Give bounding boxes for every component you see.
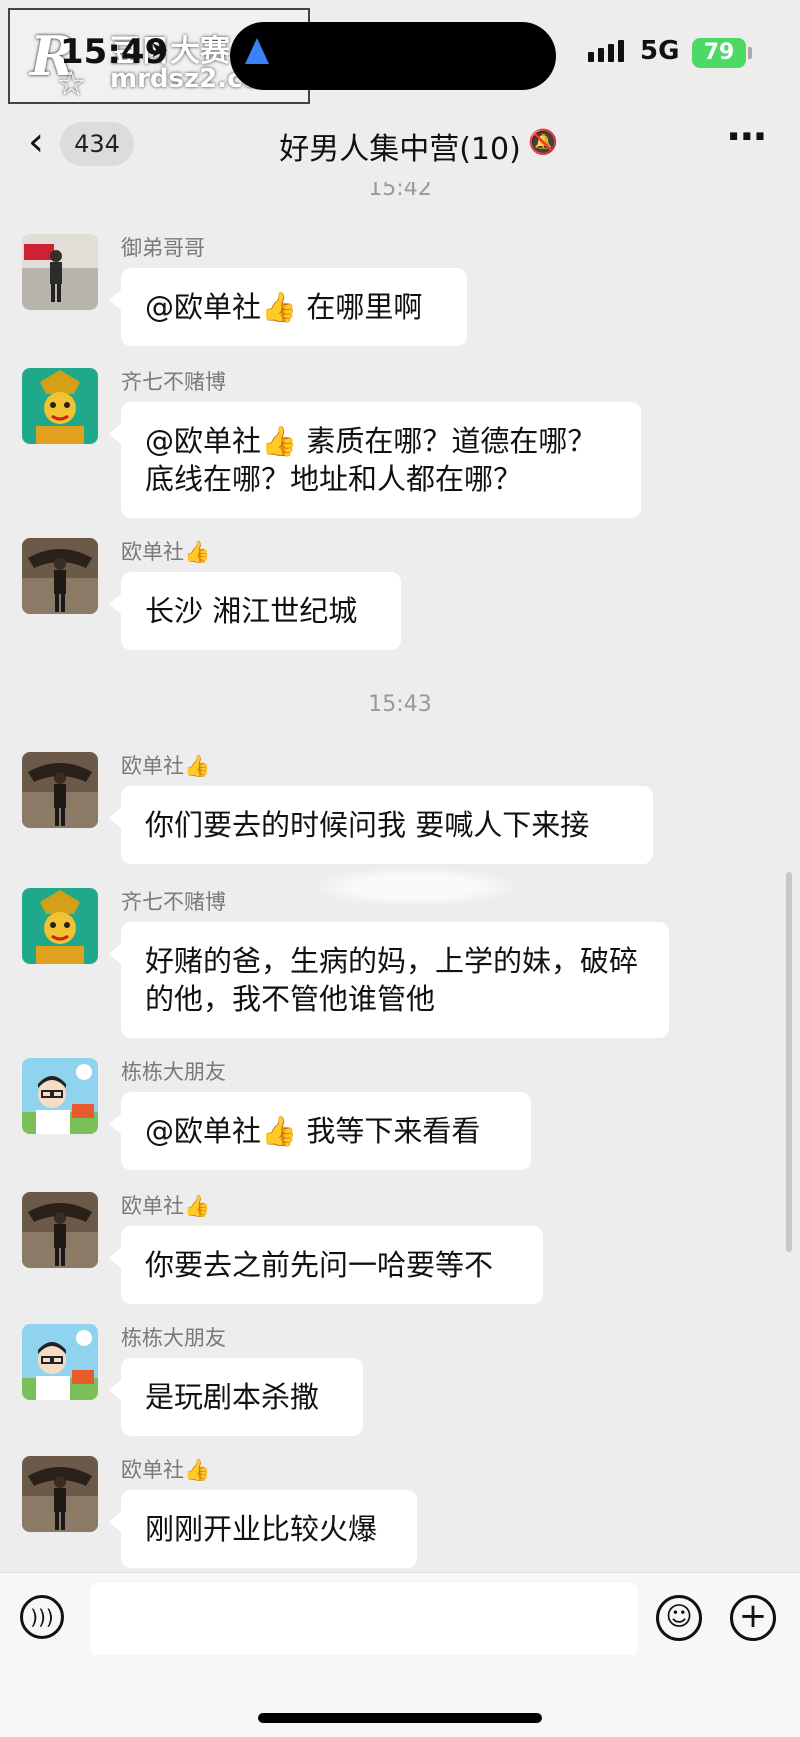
message-bubble[interactable]: @欧单社👍 素质在哪？道德在哪？底线在哪？地址和人都在哪？ — [109, 402, 641, 518]
battery-cap — [748, 47, 752, 59]
message-bubble[interactable]: 是玩剧本杀撒 — [109, 1358, 363, 1436]
message-input[interactable] — [90, 1583, 638, 1655]
blur-patch — [310, 867, 520, 907]
sender-name: 欧单社👍 — [121, 754, 211, 778]
chat-header: ‹ 434 好男人集中营(10) 🔕 ··· — [0, 110, 800, 182]
input-bar: ))) ☺ + — [0, 1572, 800, 1737]
sender-name: 欧单社👍 — [121, 540, 211, 564]
bell-muted-icon: 🔕 — [528, 128, 558, 156]
dynamic-island — [230, 22, 556, 90]
sender-name: 栋栋大朋友 — [121, 1326, 226, 1350]
message-bubble[interactable]: 你要去之前先问一哈要等不 — [109, 1226, 543, 1304]
sender-name: 齐七不赌博 — [121, 370, 226, 394]
location-arrow-icon: ➤ — [150, 38, 169, 63]
message-bubble[interactable]: @欧单社👍 我等下来看看 — [109, 1092, 531, 1170]
avatar[interactable] — [22, 1192, 98, 1268]
signal-icon — [588, 40, 624, 62]
avatar[interactable] — [22, 752, 98, 828]
avatar[interactable] — [22, 1324, 98, 1400]
sender-name: 欧单社👍 — [121, 1458, 211, 1482]
sender-name: 栋栋大朋友 — [121, 1060, 226, 1084]
sender-name: 御弟哥哥 — [121, 236, 205, 260]
avatar[interactable] — [22, 1058, 98, 1134]
network-type: 5G — [640, 36, 680, 66]
navigation-arrow-icon — [245, 38, 269, 64]
sender-name: 欧单社👍 — [121, 1194, 211, 1218]
scrollbar[interactable] — [786, 872, 792, 1252]
voice-icon[interactable]: ))) — [20, 1595, 64, 1639]
emoji-icon[interactable]: ☺ — [656, 1595, 702, 1641]
message-bubble[interactable]: 你们要去的时候问我 要喊人下来接 — [109, 786, 653, 864]
plus-icon[interactable]: + — [730, 1595, 776, 1641]
sender-name: 齐七不赌博 — [121, 890, 226, 914]
chat-messages[interactable]: 15:42 御弟哥哥 @欧单社👍 在哪里啊 齐七不赌博 @欧单社👍 素质在哪？道… — [0, 182, 800, 1572]
home-indicator — [258, 1713, 542, 1723]
battery-level: 79 — [692, 38, 746, 68]
avatar[interactable] — [22, 888, 98, 964]
avatar[interactable] — [22, 1456, 98, 1532]
status-bar: R ☆ 豆日大赛 mrdsz2.com 15:49 ➤ 5G 79 — [0, 0, 800, 110]
message-bubble[interactable]: @欧单社👍 在哪里啊 — [109, 268, 467, 346]
avatar[interactable] — [22, 234, 98, 310]
avatar[interactable] — [22, 538, 98, 614]
timestamp: 15:43 — [368, 692, 432, 717]
timestamp: 15:42 — [368, 182, 432, 201]
message-bubble[interactable]: 好赌的爸，生病的妈，上学的妹，破碎的他，我不管他谁管他 — [109, 922, 669, 1038]
message-bubble[interactable]: 刚刚开业比较火爆 — [109, 1490, 417, 1568]
more-icon[interactable]: ··· — [726, 114, 768, 160]
avatar[interactable] — [22, 368, 98, 444]
page-title: 好男人集中营(10) — [279, 132, 521, 167]
message-bubble[interactable]: 长沙 湘江世纪城 — [109, 572, 401, 650]
